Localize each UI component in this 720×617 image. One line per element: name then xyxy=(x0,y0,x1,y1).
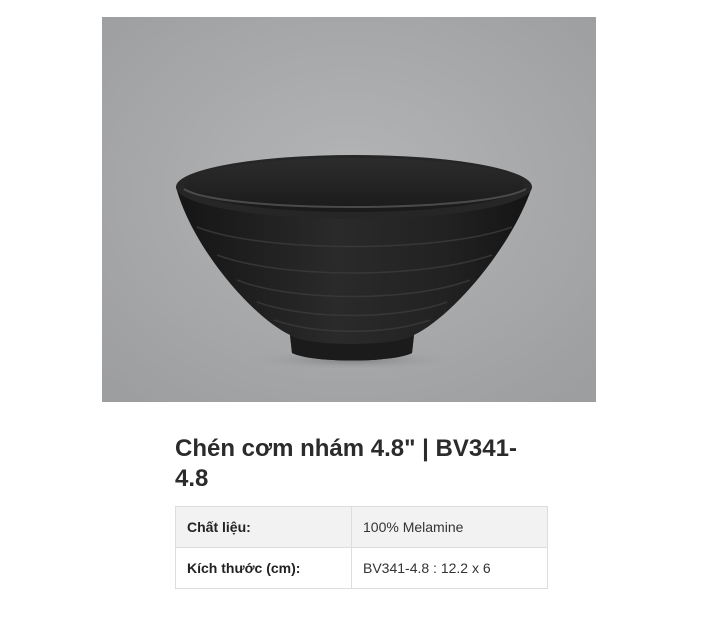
table-row: Chất liệu: 100% Melamine xyxy=(175,506,548,548)
product-page: Chén cơm nhám 4.8" | BV341-4.8 Chất liệu… xyxy=(0,0,720,617)
spec-value-size: BV341-4.8 : 12.2 x 6 xyxy=(351,547,548,589)
spec-label-material: Chất liệu: xyxy=(175,506,352,548)
spec-value-material: 100% Melamine xyxy=(351,506,548,548)
table-row: Kích thước (cm): BV341-4.8 : 12.2 x 6 xyxy=(175,547,548,589)
specs-table: Chất liệu: 100% Melamine Kích thước (cm)… xyxy=(175,506,548,589)
product-title: Chén cơm nhám 4.8" | BV341-4.8 xyxy=(175,435,517,492)
product-image[interactable] xyxy=(102,17,596,402)
spec-label-size: Kích thước (cm): xyxy=(175,547,352,589)
bowl-illustration xyxy=(102,17,596,402)
